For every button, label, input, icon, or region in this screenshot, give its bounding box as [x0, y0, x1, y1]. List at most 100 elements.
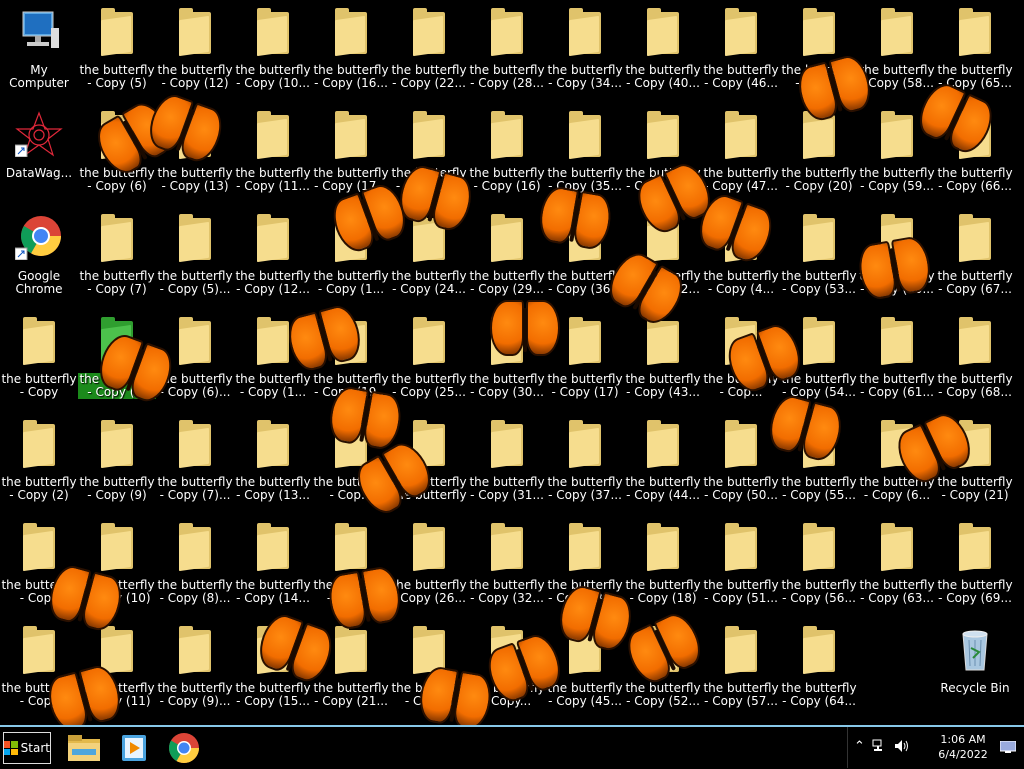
folder-item[interactable]: the butterfly - Copy (18) [624, 517, 702, 617]
recycle-bin-icon[interactable]: Recycle Bin [936, 620, 1014, 720]
folder-item[interactable]: the butterfly - Copy (35... [546, 105, 624, 205]
folder-item[interactable]: the butterfly - Copy (2) [0, 414, 78, 514]
folder-item[interactable]: the butterfly - Copy (21... [312, 620, 390, 720]
folder-item[interactable]: the butterfly - Copy (57... [702, 620, 780, 720]
folder-item[interactable]: the butterfly - Copy (17... [312, 105, 390, 205]
folder-item[interactable]: the butterfly - Copy (25... [390, 311, 468, 411]
folder-item[interactable]: the butterfly - Copy (20) [780, 105, 858, 205]
folder-item[interactable]: the butterfly - Copy (38... [546, 517, 624, 617]
folder-item[interactable]: the butterfly - Copy (14... [234, 517, 312, 617]
folder-item[interactable]: the butterfly - Copy (50... [702, 414, 780, 514]
folder-item[interactable]: the butterfly - Copy (11) [78, 620, 156, 720]
folder-item[interactable]: the butterfly - Copy (66... [936, 105, 1014, 205]
folder-item[interactable]: the butterfly - Copy (69... [936, 517, 1014, 617]
folder-item[interactable]: the butterfly - Copy... [312, 517, 390, 617]
media-player-icon[interactable] [116, 731, 152, 765]
folder-item[interactable]: the butterfly - Copy (4... [702, 208, 780, 308]
folder-item[interactable]: the butterfly - Copy (5) [78, 2, 156, 102]
folder-item[interactable]: the butterfly - Copy (5)... [156, 208, 234, 308]
file-explorer-icon[interactable] [66, 731, 102, 765]
clock[interactable]: 1:06 AM 6/4/2022 [928, 732, 998, 762]
folder-item[interactable]: the butterfly - Copy (67... [936, 208, 1014, 308]
folder-item[interactable]: the butterfly - Cop... [312, 414, 390, 514]
folder-item[interactable]: the butterfly - Copy (61... [858, 311, 936, 411]
folder-item[interactable]: the butterfly - Copy (10... [234, 2, 312, 102]
folder-item[interactable]: the butterfly - Copy (29... [468, 208, 546, 308]
folder-item[interactable]: the butterfly - Copy (45... [546, 620, 624, 720]
folder-item[interactable]: the butterfly - Copy (44... [624, 414, 702, 514]
folder-item[interactable]: the butterfly - Copy (47... [702, 105, 780, 205]
folder-item[interactable]: the butterfly - Copy (2... [390, 105, 468, 205]
folder-item[interactable]: the butterfly - Copy (8)... [156, 517, 234, 617]
folder-item[interactable]: the butterfly - Copy (9)... [156, 620, 234, 720]
my-computer-icon[interactable]: My Computer [0, 2, 78, 102]
folder-item[interactable]: the butterfly - Copy (7) [78, 208, 156, 308]
folder-item[interactable]: the butterfly - Copy (42... [624, 208, 702, 308]
folder-item[interactable]: the butterfly - Copy (51... [702, 517, 780, 617]
folder-item[interactable]: the butterfly - Copy (6)... [156, 311, 234, 411]
folder-item[interactable]: the butterfly - Copy (6) [78, 105, 156, 205]
folder-item[interactable]: the butterfly - Copy (7)... [156, 414, 234, 514]
folder-item[interactable]: the butterfly - Copy (16) [468, 105, 546, 205]
folder-item[interactable]: the butterfly - Copy (21) [936, 414, 1014, 514]
folder-item[interactable]: the butterfly - Copy (16... [312, 2, 390, 102]
folder-item[interactable]: the butterfly - Copy (24... [390, 208, 468, 308]
show-desktop-icon[interactable] [999, 740, 1017, 757]
folder-item[interactable]: the butterfly - Copy (52... [624, 620, 702, 720]
folder-item[interactable]: the butterfly - Copy (17) [546, 311, 624, 411]
folder-item[interactable]: the butterfly - Copy (28... [468, 2, 546, 102]
network-icon[interactable] [872, 739, 886, 757]
desktop[interactable]: My Computer DataWag... Google Chrome the bu… [0, 0, 1024, 725]
folder-item[interactable]: the butterfly - Copy (34... [546, 2, 624, 102]
folder-item[interactable]: the butterfly - Copy [0, 517, 78, 617]
folder-item[interactable]: the butterfly - Copy (11... [234, 105, 312, 205]
folder-item[interactable]: the butterfly - Copy (1... [312, 208, 390, 308]
folder-item[interactable]: the butterfly - Copy (6... [858, 414, 936, 514]
show-hidden-icons-icon[interactable]: ⌃ [854, 739, 865, 754]
folder-item[interactable]: the butterfly - Cop... [702, 311, 780, 411]
folder-item[interactable]: the butterfly - Copy (19... [312, 311, 390, 411]
folder-item[interactable]: the butterfly - Copy (31... [468, 414, 546, 514]
folder-item[interactable]: the butterfly - Copy (60... [858, 208, 936, 308]
folder-item[interactable]: the butterfly - Copy (40... [624, 2, 702, 102]
folder-item[interactable]: the butterfly - Copy (36... [546, 208, 624, 308]
folder-item[interactable]: the butterfly - Copy (58... [858, 2, 936, 102]
folder-item[interactable]: the butterfly - Copy (32... [468, 517, 546, 617]
folder-item[interactable]: the butterfly the butterfly [390, 414, 468, 514]
folder-item[interactable]: the butterfly - Copy (26... [390, 517, 468, 617]
folder-item[interactable]: the butterfly - Copy... [468, 620, 546, 720]
folder-item[interactable]: the butterfly - Copy (8) [78, 311, 156, 411]
folder-item[interactable]: the butterfly - Copy (13... [234, 414, 312, 514]
folder-item[interactable]: the butterfly - Copy (9) [78, 414, 156, 514]
folder-item[interactable]: the butterfly - Copy (55... [780, 414, 858, 514]
chrome-icon[interactable]: Google Chrome [0, 208, 78, 308]
folder-item[interactable]: the butterfly - Copy (56... [780, 517, 858, 617]
folder-item[interactable]: the butterfly - Copy (22... [390, 2, 468, 102]
folder-item[interactable]: the butterfly - Copy (37... [546, 414, 624, 514]
folder-item[interactable]: the butterfly - Copy (53... [780, 208, 858, 308]
chrome-taskbar-icon[interactable] [166, 731, 202, 765]
folder-item[interactable]: the butterfly - Copy (10) [78, 517, 156, 617]
folder-item[interactable]: the butterfly - Copy (46... [702, 2, 780, 102]
volume-icon[interactable] [894, 739, 910, 757]
folder-item[interactable]: the butterfly - Copy (15... [234, 620, 312, 720]
folder-item[interactable]: the butterfly - Copy (1... [234, 311, 312, 411]
folder-item[interactable]: the butterfly - Copy (12... [234, 208, 312, 308]
folder-item[interactable]: the butterfly - Copy (59... [858, 105, 936, 205]
folder-item[interactable]: the butterfly - Copy (13) [156, 105, 234, 205]
folder-item[interactable]: the butterfly - Copy (68... [936, 311, 1014, 411]
datawag-icon[interactable]: DataWag... [0, 105, 78, 205]
folder-item[interactable]: the butterfly - Copy [0, 311, 78, 411]
folder-item[interactable]: the butterfly - Copy (54... [780, 311, 858, 411]
folder-item[interactable]: the butterfly - Copy... [390, 620, 468, 720]
folder-item[interactable]: the butterfly - Copy (43... [624, 311, 702, 411]
folder-item[interactable]: the butterfly - Copy (30... [468, 311, 546, 411]
folder-item[interactable]: the butterfly - Copy (12) [156, 2, 234, 102]
folder-item[interactable]: the butterfly - Copy (63... [858, 517, 936, 617]
folder-item[interactable]: the butterfly - Copy [0, 620, 78, 720]
folder-item[interactable]: the butterfly - Copy (64... [780, 620, 858, 720]
folder-item[interactable]: the butterfly - Copy (41... [624, 105, 702, 205]
start-button[interactable]: Start [3, 732, 51, 764]
folder-item[interactable]: the butterfly - Copy (65... [936, 2, 1014, 102]
folder-item[interactable]: the butterfly - Cop...) [780, 2, 858, 102]
